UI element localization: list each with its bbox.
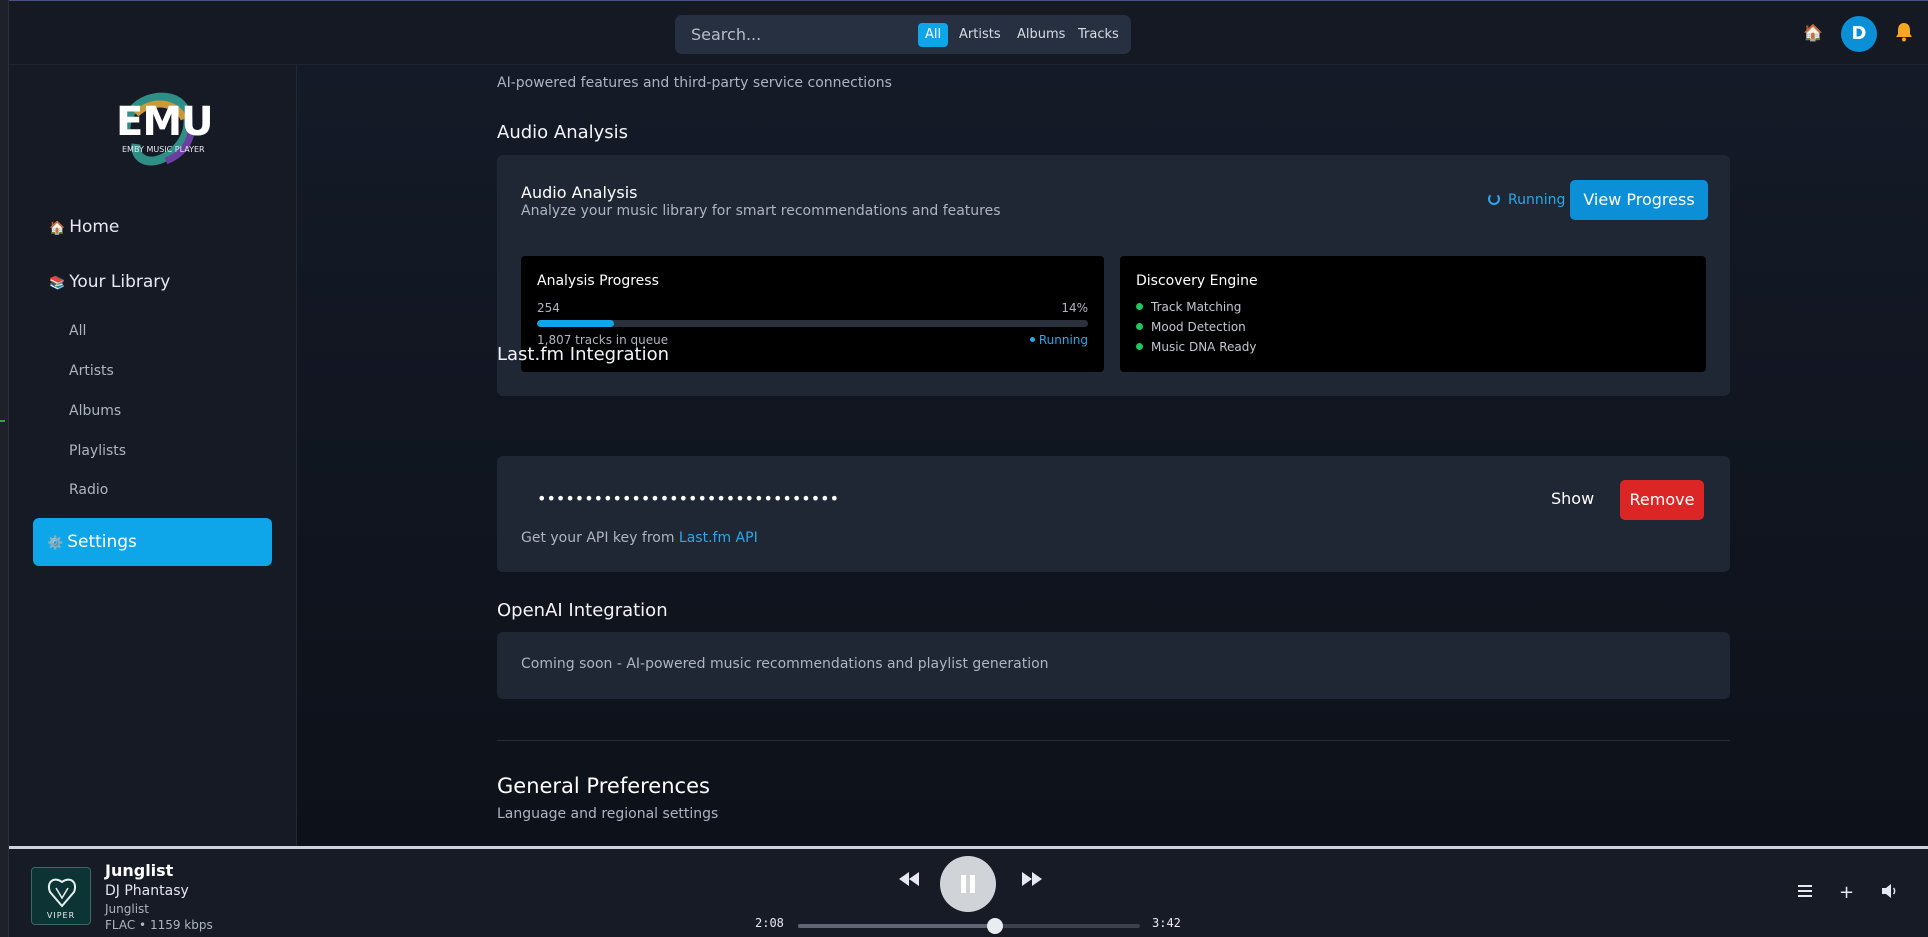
view-progress-button[interactable]: View Progress <box>1570 180 1708 220</box>
status-dot-icon <box>1136 303 1143 310</box>
logo-text: EMU <box>116 99 214 145</box>
next-icon[interactable] <box>1020 869 1044 889</box>
sidebar-item-playlists[interactable]: Playlists <box>69 443 126 459</box>
analyzed-count: 254 <box>537 301 560 315</box>
general-preferences-subtitle: Language and regional settings <box>497 806 719 822</box>
track-format: FLAC • 1159 kbps <box>105 918 213 932</box>
lastfm-api-link[interactable]: Last.fm API <box>679 530 758 546</box>
avatar[interactable]: D <box>1841 16 1877 52</box>
panel-title: Analysis Progress <box>537 273 659 289</box>
sidebar-item-artists[interactable]: Artists <box>69 363 114 379</box>
current-time: 2:08 <box>755 916 784 930</box>
seek-slider[interactable] <box>798 918 1140 934</box>
track-title[interactable]: Junglist <box>105 861 173 880</box>
sidebar-item-radio[interactable]: Radio <box>69 482 108 498</box>
seek-fill <box>798 924 996 928</box>
feature-item: Music DNA Ready <box>1136 340 1256 354</box>
section-divider <box>497 740 1730 741</box>
panel-title: Discovery Engine <box>1136 273 1258 289</box>
discovery-engine-panel: Discovery Engine Track Matching Mood Det… <box>1120 256 1706 372</box>
openai-coming-soon: Coming soon - AI-powered music recommend… <box>521 656 1049 672</box>
top-bar: All Artists Albums Tracks 🏠 D <box>9 0 1928 65</box>
gear-icon: ⚙️ <box>47 536 64 551</box>
feature-item: Track Matching <box>1136 300 1241 314</box>
progress-bar <box>537 320 1088 327</box>
track-album: Junglist <box>105 902 149 916</box>
queue-icon[interactable] <box>1797 884 1813 898</box>
openai-heading: OpenAI Integration <box>497 600 668 621</box>
filter-all[interactable]: All <box>918 23 949 47</box>
player-bar: VIPER Junglist DJ Phantasy Junglist FLAC… <box>9 846 1928 937</box>
status-text: Running <box>1508 192 1566 208</box>
card-description: Analyze your music library for smart rec… <box>521 203 1001 219</box>
add-icon[interactable]: + <box>1839 882 1854 903</box>
filter-artists[interactable]: Artists <box>952 23 1008 47</box>
section-title-clipped <box>497 65 504 67</box>
status-dot-icon <box>1136 323 1143 330</box>
progress-bar-fill <box>537 320 615 327</box>
sidebar-item-settings[interactable]: ⚙️ Settings <box>33 518 272 566</box>
sidebar-item-label: Home <box>69 217 120 237</box>
running-status: Running <box>1488 192 1565 208</box>
filter-tracks[interactable]: Tracks <box>1071 23 1126 47</box>
lastfm-heading: Last.fm Integration <box>497 344 669 365</box>
section-subtitle: AI-powered features and third-party serv… <box>497 75 892 91</box>
sidebar: EMU EMBY MUSIC PLAYER 🏠 Home 📚 Your Librar… <box>9 65 297 846</box>
sidebar-item-albums[interactable]: Albums <box>69 403 121 419</box>
seek-handle[interactable] <box>987 918 1004 934</box>
sidebar-item-label: Settings <box>67 532 137 552</box>
feature-item: Mood Detection <box>1136 320 1246 334</box>
progress-percent: 14% <box>1061 301 1088 315</box>
volume-icon[interactable] <box>1881 883 1899 899</box>
home-icon[interactable]: 🏠 <box>1803 23 1823 42</box>
filter-albums[interactable]: Albums <box>1010 23 1072 47</box>
total-time: 3:42 <box>1152 916 1181 930</box>
show-key-button[interactable]: Show <box>1551 489 1594 508</box>
sidebar-item-home[interactable]: 🏠 Home <box>49 217 119 237</box>
main-content[interactable]: AI-powered features and third-party serv… <box>297 65 1928 846</box>
sidebar-item-all[interactable]: All <box>69 323 86 339</box>
sidebar-item-label: Your Library <box>69 272 171 292</box>
api-key-field[interactable] <box>521 480 1331 516</box>
sidebar-item-library[interactable]: 📚 Your Library <box>49 272 170 292</box>
search-input[interactable] <box>691 22 901 46</box>
previous-icon[interactable] <box>897 869 921 889</box>
books-icon: 📚 <box>49 276 66 291</box>
audio-analysis-card: Audio Analysis Analyze your music librar… <box>497 155 1730 396</box>
search-box: All Artists Albums Tracks <box>675 15 1131 54</box>
app-logo[interactable]: EMU EMBY MUSIC PLAYER <box>106 89 214 169</box>
pause-button[interactable] <box>940 856 996 912</box>
window-edge <box>0 0 9 937</box>
logo-subtitle: EMBY MUSIC PLAYER <box>122 145 205 154</box>
cover-text: VIPER <box>46 911 76 920</box>
general-preferences-title: General Preferences <box>497 774 710 798</box>
card-title: Audio Analysis <box>521 183 638 202</box>
api-help-text: Get your API key from Last.fm API <box>521 530 758 546</box>
progress-status: Running <box>1029 333 1088 347</box>
lastfm-card: Show Remove Get your API key from Last.f… <box>497 456 1730 572</box>
audio-analysis-heading: Audio Analysis <box>497 122 629 143</box>
openai-card: Coming soon - AI-powered music recommend… <box>497 632 1730 699</box>
spinner-icon <box>1488 193 1500 205</box>
track-artist[interactable]: DJ Phantasy <box>105 883 189 899</box>
home-icon: 🏠 <box>49 221 66 236</box>
pause-icon <box>961 875 975 893</box>
bell-icon[interactable] <box>1895 22 1913 42</box>
album-cover[interactable]: VIPER <box>31 867 91 925</box>
remove-key-button[interactable]: Remove <box>1620 480 1704 520</box>
app-root: All Artists Albums Tracks 🏠 D EMU EMBY M… <box>0 0 1928 937</box>
status-dot-icon <box>1136 343 1143 350</box>
